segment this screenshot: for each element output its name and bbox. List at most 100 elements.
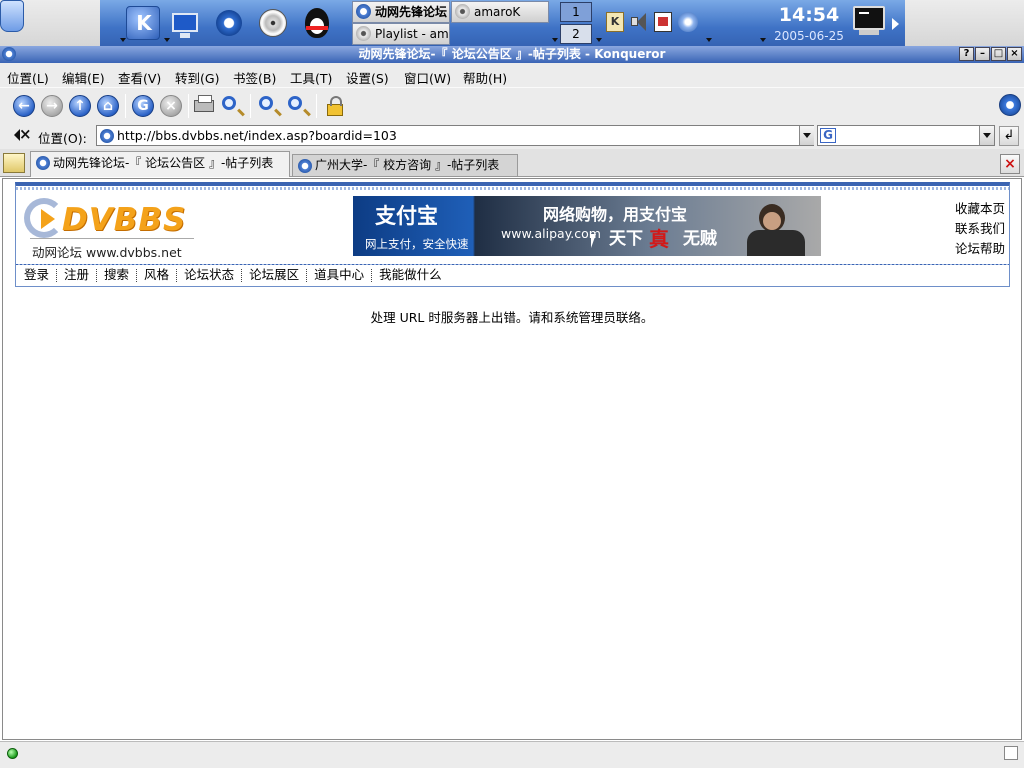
new-tab-button[interactable] bbox=[3, 153, 25, 173]
menu-view[interactable]: 查看(V) bbox=[118, 68, 161, 87]
close-button[interactable]: × bbox=[1007, 47, 1022, 61]
menu-window[interactable]: 窗口(W) bbox=[404, 68, 451, 87]
go-button[interactable]: ↲ bbox=[999, 126, 1019, 146]
close-tab-button[interactable]: × bbox=[1000, 154, 1020, 174]
menu-tools[interactable]: 工具(T) bbox=[290, 68, 332, 87]
taskbar-item-konqueror[interactable]: 动网先锋论坛 bbox=[352, 1, 450, 23]
nav-forum-status[interactable]: 论坛状态 bbox=[184, 265, 234, 285]
menubar: 位置(L) 编辑(E) 查看(V) 转到(G) 书签(B) 工具(T) 设置(S… bbox=[0, 63, 1024, 87]
amarok-icon bbox=[356, 26, 371, 41]
arrow-right-icon: → bbox=[41, 95, 63, 117]
nav-separator bbox=[96, 269, 98, 282]
home-button[interactable]: ⌂ bbox=[96, 94, 120, 118]
klipper-tray-icon[interactable]: K bbox=[606, 12, 624, 32]
tab-gzhu[interactable]: 广州大学-『 校方咨询 』-帖子列表 bbox=[292, 154, 518, 176]
clear-location-icon[interactable] bbox=[14, 125, 32, 143]
nav-separator bbox=[306, 269, 308, 282]
status-led-icon bbox=[7, 748, 18, 759]
kde-menu-button[interactable]: K bbox=[126, 6, 160, 40]
terminal-icon bbox=[853, 6, 885, 30]
zoom-in-button[interactable] bbox=[257, 94, 281, 118]
window-titlebar[interactable]: 动网先锋论坛-『 论坛公告区 』-帖子列表 - Konqueror ? – □ … bbox=[0, 46, 1024, 63]
resize-grip[interactable] bbox=[1004, 746, 1018, 760]
logo-ring-icon bbox=[24, 198, 64, 238]
forum-help-link[interactable]: 论坛帮助 bbox=[955, 238, 1005, 257]
nav-separator bbox=[176, 269, 178, 282]
cd-icon bbox=[259, 9, 287, 37]
konqueror-icon[interactable] bbox=[2, 47, 16, 61]
clock-date[interactable]: 2005-06-25 bbox=[770, 29, 848, 43]
desktop-pager-1[interactable]: 1 bbox=[560, 2, 592, 22]
nav-search[interactable]: 搜索 bbox=[104, 265, 129, 285]
terminal-launcher[interactable] bbox=[853, 6, 885, 36]
nav-separator bbox=[56, 269, 58, 282]
speaker-cone bbox=[637, 13, 646, 31]
banner-tagline: 网上支付，安全快速 bbox=[365, 237, 469, 251]
banner-brand: 支付宝 bbox=[375, 204, 438, 228]
reload-button[interactable]: G bbox=[131, 94, 155, 118]
nav-item-center[interactable]: 道具中心 bbox=[314, 265, 364, 285]
search-engine-dropdown[interactable] bbox=[979, 126, 994, 145]
google-search-icon[interactable]: G bbox=[820, 128, 836, 143]
contact-us-link[interactable]: 联系我们 bbox=[955, 218, 1005, 237]
stop-button[interactable]: × bbox=[159, 94, 183, 118]
nav-what-can-i-do[interactable]: 我能做什么 bbox=[379, 265, 442, 285]
banner-slogan-c: 无贼 bbox=[683, 229, 717, 249]
qq-launcher[interactable] bbox=[300, 6, 334, 40]
kde-k-icon: K bbox=[136, 11, 152, 35]
maximize-button[interactable]: □ bbox=[991, 47, 1006, 61]
nav-forum-showcase[interactable]: 论坛展区 bbox=[249, 265, 299, 285]
keyboard-layout-icon[interactable] bbox=[654, 12, 672, 32]
person-face bbox=[763, 212, 781, 230]
clipboard-icon[interactable] bbox=[0, 0, 24, 32]
monitor-icon bbox=[172, 13, 198, 32]
tab-label: 动网先锋论坛-『 论坛公告区 』-帖子列表 bbox=[53, 156, 274, 170]
url-input[interactable] bbox=[117, 127, 797, 144]
terminal-base bbox=[859, 30, 879, 35]
tab-dvbbs[interactable]: 动网先锋论坛-『 论坛公告区 』-帖子列表 bbox=[30, 151, 290, 177]
arrow-left-icon: ← bbox=[13, 95, 35, 117]
tray-k-label: K bbox=[610, 15, 620, 28]
bookmark-page-link[interactable]: 收藏本页 bbox=[955, 198, 1005, 217]
taskbar-item-amarok[interactable]: amaroK bbox=[451, 1, 549, 23]
find-button[interactable] bbox=[220, 94, 244, 118]
security-button[interactable] bbox=[323, 94, 347, 118]
back-button[interactable]: ← bbox=[12, 94, 36, 118]
network-icon[interactable] bbox=[678, 12, 698, 32]
forward-button[interactable]: → bbox=[40, 94, 64, 118]
zoom-out-button[interactable] bbox=[286, 94, 310, 118]
desktop-pager-2[interactable]: 2 bbox=[560, 24, 592, 44]
page-viewport[interactable]: DVBBS 动网论坛 www.dvbbs.net 支付宝 网上支付，安全快速 网… bbox=[2, 178, 1022, 740]
volume-icon[interactable] bbox=[630, 12, 648, 32]
url-history-dropdown[interactable] bbox=[799, 126, 814, 145]
menu-location[interactable]: 位置(L) bbox=[7, 68, 49, 87]
menu-edit[interactable]: 编辑(E) bbox=[62, 68, 105, 87]
search-input[interactable] bbox=[840, 127, 976, 144]
task-label: Playlist - am bbox=[375, 27, 449, 41]
main-toolbar: ← → ↑ ⌂ G × bbox=[0, 87, 1024, 123]
nav-style[interactable]: 风格 bbox=[144, 265, 169, 285]
chevron-down-icon bbox=[552, 38, 558, 42]
panel-hide-arrow-icon[interactable] bbox=[892, 18, 899, 30]
alipay-banner-ad[interactable]: 支付宝 网上支付，安全快速 网络购物，用支付宝 www.alipay.com 天… bbox=[353, 196, 821, 256]
konqueror-launcher[interactable] bbox=[212, 6, 246, 40]
taskbar-item-playlist[interactable]: Playlist - am bbox=[352, 23, 450, 45]
cd-player-launcher[interactable] bbox=[256, 6, 290, 40]
minimize-button[interactable]: – bbox=[975, 47, 990, 61]
forum-header: DVBBS 动网论坛 www.dvbbs.net 支付宝 网上支付，安全快速 网… bbox=[15, 182, 1010, 269]
menu-go[interactable]: 转到(G) bbox=[175, 68, 219, 87]
dvbbs-logo[interactable]: DVBBS 动网论坛 www.dvbbs.net bbox=[24, 196, 194, 260]
clock-time[interactable]: 14:54 bbox=[770, 4, 848, 26]
url-combobox[interactable] bbox=[96, 125, 814, 146]
up-button[interactable]: ↑ bbox=[68, 94, 92, 118]
help-button[interactable]: ? bbox=[959, 47, 974, 61]
tab-bar: 动网先锋论坛-『 论坛公告区 』-帖子列表 广州大学-『 校方咨询 』-帖子列表… bbox=[0, 149, 1024, 177]
print-button[interactable] bbox=[192, 94, 216, 118]
nav-register[interactable]: 注册 bbox=[64, 265, 89, 285]
menu-bookmarks[interactable]: 书签(B) bbox=[233, 68, 276, 87]
nav-login[interactable]: 登录 bbox=[24, 265, 49, 285]
menu-help[interactable]: 帮助(H) bbox=[463, 68, 507, 87]
search-combobox[interactable]: G bbox=[817, 125, 995, 146]
show-desktop-button[interactable] bbox=[168, 6, 202, 40]
menu-settings[interactable]: 设置(S) bbox=[346, 68, 389, 87]
